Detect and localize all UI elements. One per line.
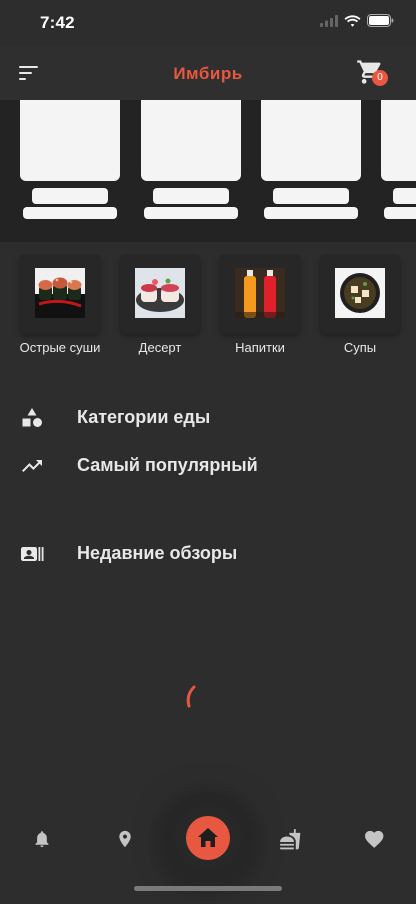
status-icons [320,14,394,27]
battery-icon [367,14,394,27]
menu-row-label: Категории еды [77,407,211,427]
skeleton-line [384,207,416,219]
bell-icon[interactable] [29,826,55,852]
category-spicy-sushi[interactable]: Острые суши [10,254,110,355]
fastfood-icon[interactable] [277,826,303,852]
drinks-image [235,268,285,318]
soups-image [335,268,385,318]
banner-carousel-loading[interactable] [0,100,416,242]
category-card [220,254,300,334]
category-card [320,254,400,334]
heart-icon[interactable] [361,826,387,852]
skeleton-image [261,100,361,181]
menu-row-label: Самый популярный [77,455,258,475]
skeleton-image [141,100,241,181]
category-soups[interactable]: Супы [310,254,410,355]
app-title: Имбирь [173,64,243,83]
dessert-image [135,268,185,318]
category-dessert[interactable]: Десерт [110,254,210,355]
skeleton-line [144,207,238,219]
status-bar: 7:42 [0,0,416,46]
status-time: 7:42 [40,13,75,32]
cart-count-badge: 0 [372,70,388,86]
category-carousel[interactable]: Острые суши Десерт Напитки Супы [0,254,416,364]
cart-button[interactable]: 0 [356,58,388,88]
contact-card-icon [20,542,44,566]
cellular-signal-icon [320,14,338,27]
category-card [20,254,100,334]
skeleton-line [153,188,229,204]
location-pin-icon[interactable] [112,826,138,852]
home-icon [198,828,218,847]
category-label: Десерт [138,340,182,355]
skeleton-line [264,207,358,219]
wifi-icon [344,14,361,27]
home-button[interactable] [186,816,230,860]
category-drinks[interactable]: Напитки [210,254,310,355]
skeleton-line [273,188,349,204]
shapes-icon [20,406,44,430]
skeleton-image [20,100,120,181]
menu-row-recent-reviews[interactable]: Недавние обзоры [0,534,416,574]
menu-row-label: Недавние обзоры [77,543,238,563]
category-label: Острые суши [19,340,101,355]
menu-row-most-popular[interactable]: Самый популярный [0,446,416,486]
category-label: Напитки [235,340,285,355]
skeleton-line [32,188,108,204]
trending-up-icon [20,454,44,478]
menu-row-food-categories[interactable]: Категории еды [0,398,416,438]
spicy-sushi-image [35,268,85,318]
skeleton-line [393,188,416,204]
bottom-navigation [0,780,416,904]
category-card [120,254,200,334]
loading-spinner [182,684,202,710]
category-label: Супы [343,340,377,355]
skeleton-line [23,207,117,219]
home-indicator[interactable] [134,886,282,891]
skeleton-image [381,100,416,181]
app-header: Имбирь 0 [0,46,416,100]
